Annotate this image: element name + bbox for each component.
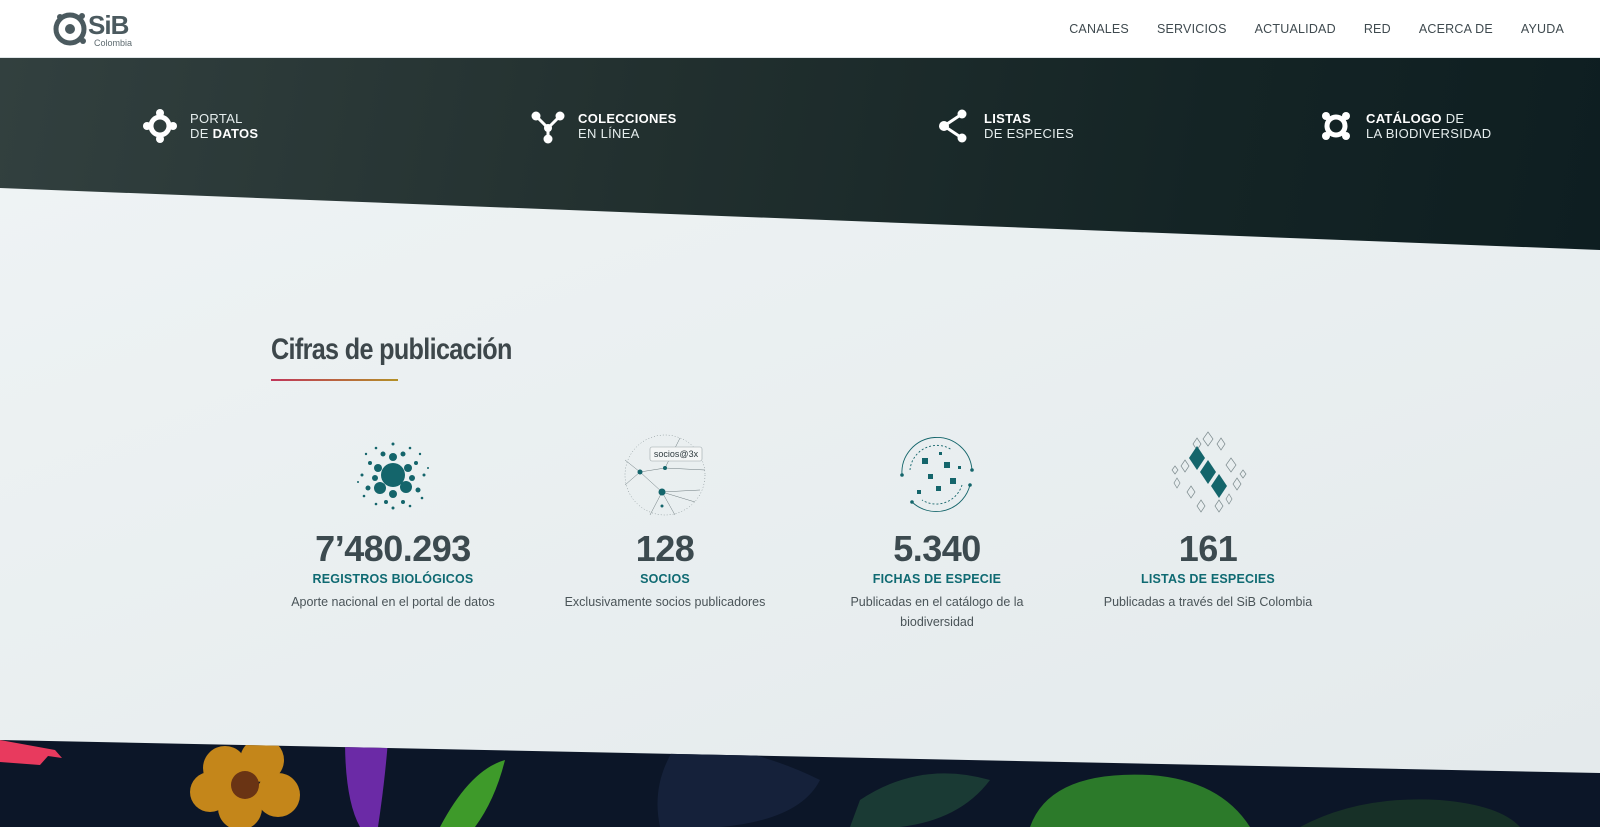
stat-listas-value: 161 xyxy=(1178,528,1238,569)
stat-registros-label: REGISTROS BIOLÓGICOS xyxy=(312,572,474,586)
channel-colecciones-line2: EN LÍNEA xyxy=(578,126,640,141)
stat-fichas-desc: Publicadas en el catálogo de la biodiver… xyxy=(850,595,1024,629)
channel-portal-datos[interactable]: PORTAL DE DATOS xyxy=(142,108,258,144)
publication-stats: 7’480.293 REGISTROS BIOLÓGICOS Aporte na… xyxy=(0,430,1600,650)
nav-actualidad[interactable]: ACTUALIDAD xyxy=(1241,0,1350,58)
main-nav: CANALES SERVICIOS ACTUALIDAD RED ACERCA … xyxy=(1055,0,1578,58)
channel-portal-line2: DE xyxy=(190,126,213,141)
stat-socios-value: 128 xyxy=(635,528,695,569)
lists-icon xyxy=(1171,431,1247,513)
channel-catalogo-line1: DE xyxy=(1441,111,1465,126)
stat-registros-desc: Aporte nacional en el portal de datos xyxy=(291,595,495,609)
channel-colecciones[interactable]: COLECCIONES EN LÍNEA xyxy=(530,108,677,144)
partners-icon-tooltip: socios@3x xyxy=(654,449,699,459)
channel-catalogo-line1-bold: CATÁLOGO xyxy=(1366,111,1442,126)
top-navigation-bar: SiB Colombia CANALES SERVICIOS ACTUALIDA… xyxy=(0,0,1600,58)
section-title-underline xyxy=(271,379,398,381)
channel-catalogo[interactable]: CATÁLOGO DE LA BIODIVERSIDAD xyxy=(1318,108,1491,144)
stat-fichas-label: FICHAS DE ESPECIE xyxy=(872,572,1002,586)
stat-socios: socios@3x 128 SOCIOS Exclusivamente soci… xyxy=(545,430,785,612)
collections-icon xyxy=(531,111,565,144)
channel-catalogo-line2: LA BIODIVERSIDAD xyxy=(1366,126,1492,141)
portal-icon xyxy=(143,109,177,143)
species-lists-icon xyxy=(939,109,967,143)
channel-listas[interactable]: LISTAS DE ESPECIES xyxy=(936,108,1074,144)
channel-colecciones-line1: COLECCIONES xyxy=(578,111,677,126)
stat-registros-value: 7’480.293 xyxy=(315,528,471,569)
nav-servicios[interactable]: SERVICIOS xyxy=(1143,0,1241,58)
records-icon xyxy=(357,442,429,510)
channel-portal-line1: PORTAL xyxy=(190,111,243,126)
stat-socios-desc: Exclusivamente socios publicadores xyxy=(564,595,766,609)
catalog-icon xyxy=(1322,112,1350,140)
partners-icon: socios@3x xyxy=(624,434,706,516)
stat-fichas-value: 5.340 xyxy=(893,528,981,569)
stat-fichas: 5.340 FICHAS DE ESPECIE Publicadas en el… xyxy=(817,430,1057,632)
section-title: Cifras de publicación xyxy=(271,333,512,366)
logo-subtitle: Colombia xyxy=(94,38,133,48)
stat-listas-label: LISTAS DE ESPECIES xyxy=(1141,572,1275,586)
nav-red[interactable]: RED xyxy=(1350,0,1405,58)
channel-listas-line1: LISTAS xyxy=(984,111,1032,126)
channel-portal-line2-bold: DATOS xyxy=(212,126,259,141)
species-sheets-icon xyxy=(900,436,974,512)
nav-canales[interactable]: CANALES xyxy=(1055,0,1143,58)
nav-acerca-de[interactable]: ACERCA DE xyxy=(1405,0,1507,58)
stat-registros: 7’480.293 REGISTROS BIOLÓGICOS Aporte na… xyxy=(273,430,513,612)
nav-ayuda[interactable]: AYUDA xyxy=(1507,0,1578,58)
stat-socios-label: SOCIOS xyxy=(640,572,690,586)
channel-listas-line2: DE ESPECIES xyxy=(984,126,1074,141)
stat-listas: 161 LISTAS DE ESPECIES Publicadas a trav… xyxy=(1088,430,1328,612)
stat-listas-desc: Publicadas a través del SiB Colombia xyxy=(1103,595,1313,609)
logo-wordmark: SiB xyxy=(88,10,129,40)
channels-row: PORTAL DE DATOS COLECCIONES EN LÍNEA LIS… xyxy=(0,108,1600,158)
